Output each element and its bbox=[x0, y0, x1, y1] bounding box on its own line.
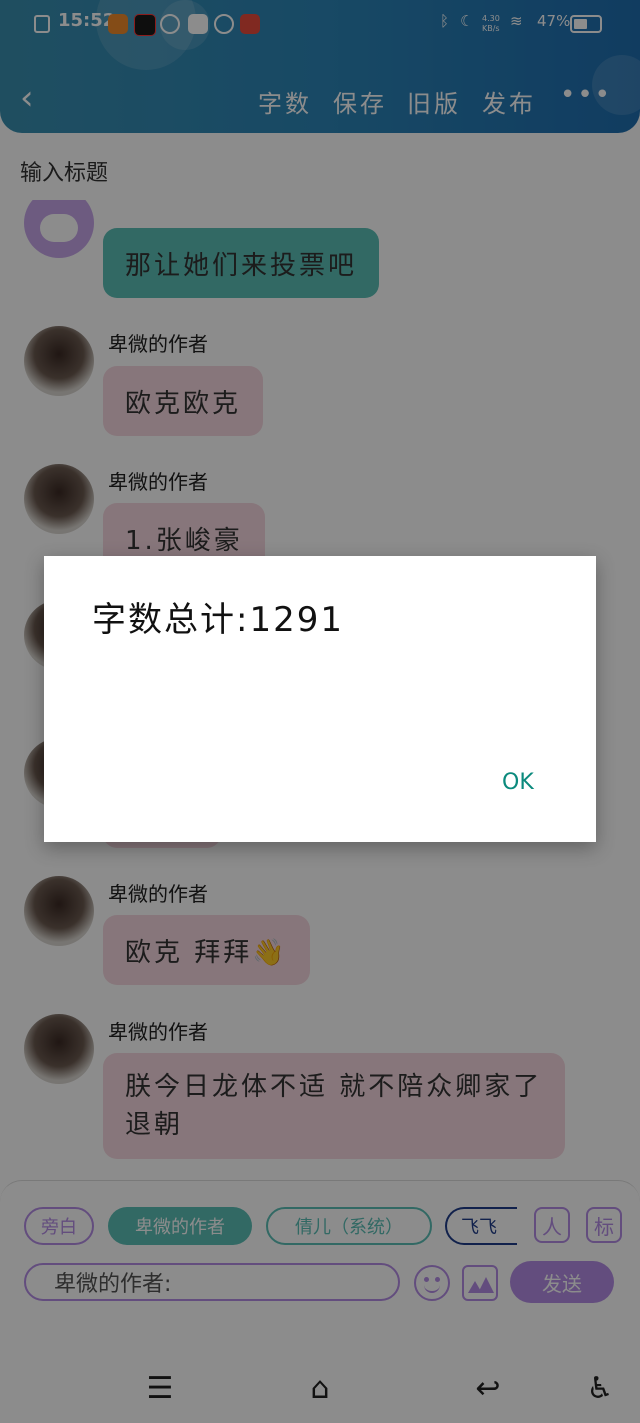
word-count-dialog: 字数总计:1291 OK bbox=[44, 556, 596, 842]
ok-button[interactable]: OK bbox=[502, 770, 534, 795]
dialog-message: 字数总计:1291 bbox=[92, 600, 344, 640]
